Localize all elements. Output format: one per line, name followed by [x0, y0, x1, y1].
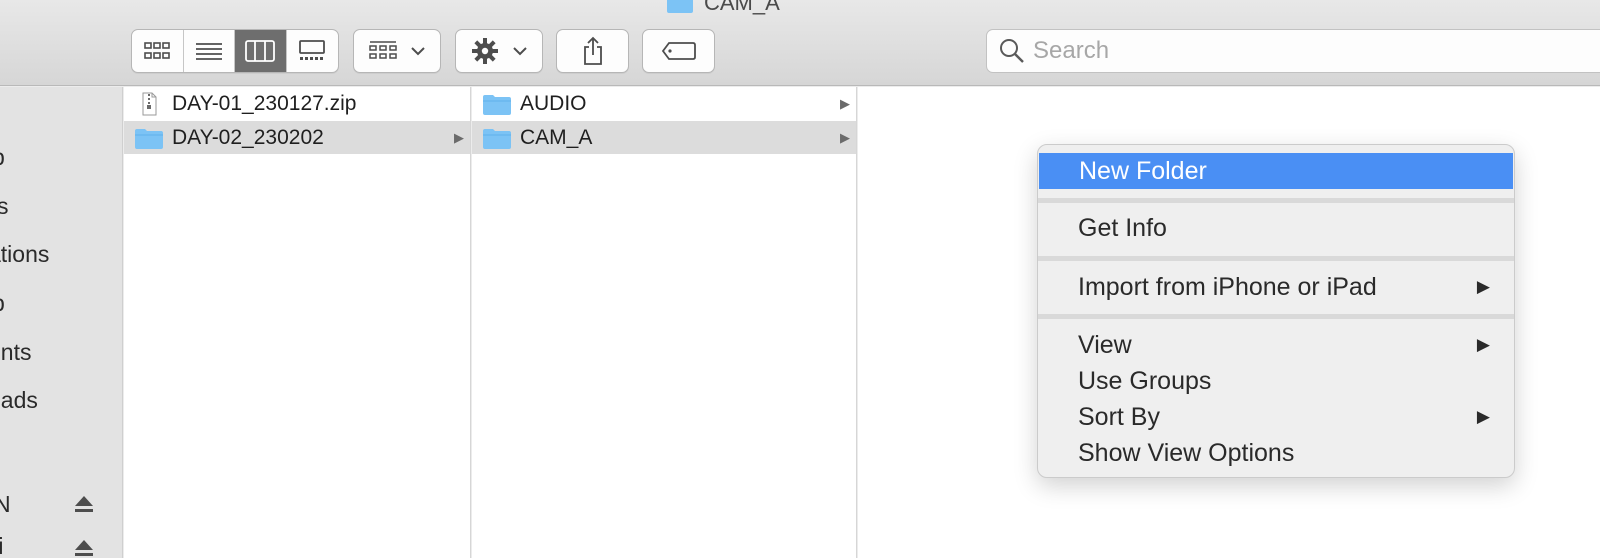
folder-icon	[667, 0, 693, 13]
menu-separator	[1038, 314, 1514, 319]
menu-item-label: Use Groups	[1078, 366, 1212, 395]
gallery-view-icon	[299, 40, 326, 60]
chevron-down-icon	[411, 47, 425, 56]
icon-view-button[interactable]	[132, 30, 184, 72]
group-by-button[interactable]	[353, 29, 441, 73]
view-mode-control[interactable]	[131, 29, 339, 73]
menu-separator	[1038, 198, 1514, 203]
list-view-button[interactable]	[184, 30, 235, 72]
tag-icon	[661, 42, 696, 60]
menu-item-get-info[interactable]: Get Info	[1038, 210, 1514, 246]
browser-column-2: AUDIO ▶ CAM_A ▶	[472, 87, 857, 558]
folder-icon	[483, 128, 511, 149]
sidebar: p s ations p ents oads N ti	[0, 87, 123, 558]
file-name: DAY-01_230127.zip	[172, 91, 357, 115]
menu-item-sort-by[interactable]: Sort By ▶	[1038, 399, 1514, 435]
menu-item-label: Sort By	[1078, 402, 1160, 431]
folder-name: DAY-02_230202	[172, 125, 324, 149]
menu-item-import[interactable]: Import from iPhone or iPad ▶	[1038, 269, 1514, 305]
folder-icon	[135, 128, 163, 149]
folder-row[interactable]: AUDIO ▶	[472, 87, 856, 120]
menu-item-label: Show View Options	[1078, 438, 1295, 467]
sidebar-item[interactable]: s	[0, 193, 9, 220]
sidebar-item[interactable]: p	[0, 290, 5, 317]
eject-icon[interactable]	[74, 495, 94, 513]
folder-row[interactable]: CAM_A ▶	[472, 121, 856, 154]
folder-row[interactable]: DAY-02_230202 ▶	[124, 121, 470, 154]
disclosure-arrow-icon: ▶	[840, 129, 850, 145]
folder-name: AUDIO	[520, 91, 587, 115]
share-button[interactable]	[556, 29, 629, 73]
eject-icon[interactable]	[74, 539, 94, 557]
column-view-icon	[245, 40, 276, 62]
tags-button[interactable]	[642, 29, 715, 73]
menu-item-view[interactable]: View ▶	[1038, 327, 1514, 363]
icon-view-icon	[144, 42, 171, 59]
submenu-arrow-icon: ▶	[1476, 335, 1490, 354]
group-icon	[369, 41, 397, 59]
share-icon	[583, 36, 602, 65]
list-view-icon	[195, 43, 222, 60]
sidebar-item[interactable]: oads	[0, 387, 38, 414]
menu-item-use-groups[interactable]: Use Groups	[1038, 363, 1514, 399]
column-view-button[interactable]	[235, 30, 287, 72]
file-row[interactable]: DAY-01_230127.zip	[124, 87, 470, 120]
sidebar-item[interactable]: p	[0, 144, 5, 171]
menu-item-label: Get Info	[1078, 213, 1167, 242]
menu-item-label: New Folder	[1079, 156, 1207, 185]
sidebar-item[interactable]: ents	[0, 339, 31, 366]
folder-name: CAM_A	[520, 125, 593, 149]
search-icon	[1000, 39, 1024, 63]
gear-icon	[472, 38, 498, 64]
menu-separator	[1038, 256, 1514, 261]
submenu-arrow-icon: ▶	[1476, 407, 1490, 426]
gallery-view-button[interactable]	[287, 30, 339, 72]
context-menu: New Folder Get Info Import from iPhone o…	[1037, 144, 1515, 478]
search-field[interactable]: Search	[986, 29, 1600, 73]
menu-item-show-view-options[interactable]: Show View Options	[1038, 435, 1514, 471]
search-placeholder: Search	[1033, 37, 1110, 64]
sidebar-item[interactable]: N	[0, 491, 11, 518]
menu-item-label: View	[1078, 330, 1132, 359]
submenu-arrow-icon: ▶	[1476, 277, 1490, 296]
menu-item-label: Import from iPhone or iPad	[1078, 272, 1377, 301]
sidebar-item[interactable]: ations	[0, 241, 49, 268]
sidebar-item[interactable]: ti	[0, 533, 4, 558]
browser-column-1: DAY-01_230127.zip DAY-02_230202 ▶	[124, 87, 471, 558]
toolbar: CAM_A Search	[0, 0, 1600, 86]
window-title: CAM_A	[666, 0, 780, 16]
menu-item-new-folder[interactable]: New Folder	[1039, 153, 1513, 189]
disclosure-arrow-icon: ▶	[840, 95, 850, 111]
folder-icon	[483, 94, 511, 115]
action-button[interactable]	[455, 29, 543, 73]
disclosure-arrow-icon: ▶	[454, 129, 464, 145]
window-title-label: CAM_A	[704, 0, 780, 15]
chevron-down-icon	[513, 47, 527, 56]
zip-file-icon	[142, 92, 157, 115]
